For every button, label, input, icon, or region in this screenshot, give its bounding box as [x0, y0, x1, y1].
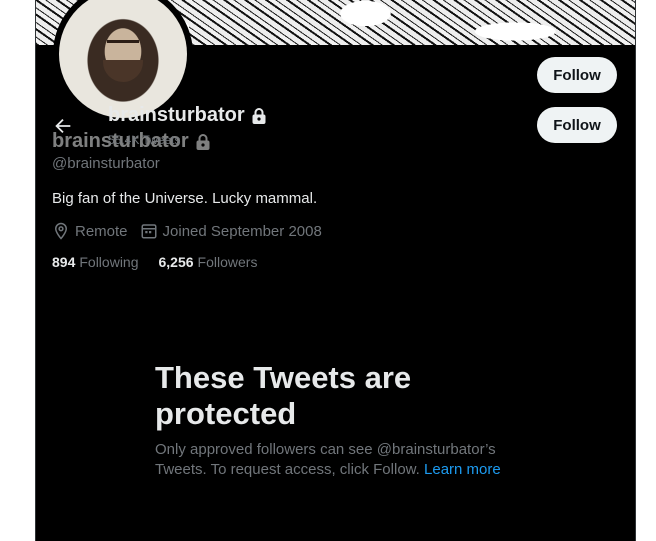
followers-label: Followers: [197, 254, 258, 270]
follow-button-sticky[interactable]: Follow: [537, 107, 617, 143]
arrow-left-icon[interactable]: [52, 115, 74, 137]
follow-button[interactable]: Follow: [537, 57, 617, 93]
protected-body: Only approved followers can see @brainst…: [155, 440, 525, 480]
location-pin-icon: [52, 222, 70, 240]
location-text: Remote: [75, 222, 128, 240]
profile-column: Follow brainsturbator 55.4K Tweets Follo…: [35, 0, 636, 541]
calendar-icon: [140, 222, 158, 240]
followers-count: 6,256: [158, 254, 194, 270]
joined-text: Joined September 2008: [162, 222, 322, 240]
tweets-count: 55.4K Tweets: [108, 133, 181, 147]
following-count: 894: [52, 254, 76, 270]
followers-link[interactable]: 6,256 Followers: [159, 254, 258, 270]
protected-title: These Tweets are protected: [155, 360, 412, 431]
learn-more-link[interactable]: Learn more: [424, 461, 501, 478]
profile-handle: @brainsturbator: [52, 155, 160, 172]
sticky-display-name: brainsturbator: [108, 104, 267, 127]
sticky-name-text: brainsturbator: [108, 104, 245, 126]
profile-stats: 894 Following 6,256 Followers: [52, 254, 257, 270]
profile-bio: Big fan of the Universe. Lucky mammal.: [52, 190, 318, 207]
protected-notice: These Tweets are protected Only approved…: [155, 360, 525, 480]
joined-item: Joined September 2008: [140, 222, 322, 240]
profile-meta: Remote Joined September 2008: [52, 222, 322, 240]
lock-icon: [251, 107, 267, 125]
location-item: Remote: [52, 222, 128, 240]
following-label: Following: [79, 254, 139, 270]
following-link[interactable]: 894 Following: [52, 254, 139, 270]
